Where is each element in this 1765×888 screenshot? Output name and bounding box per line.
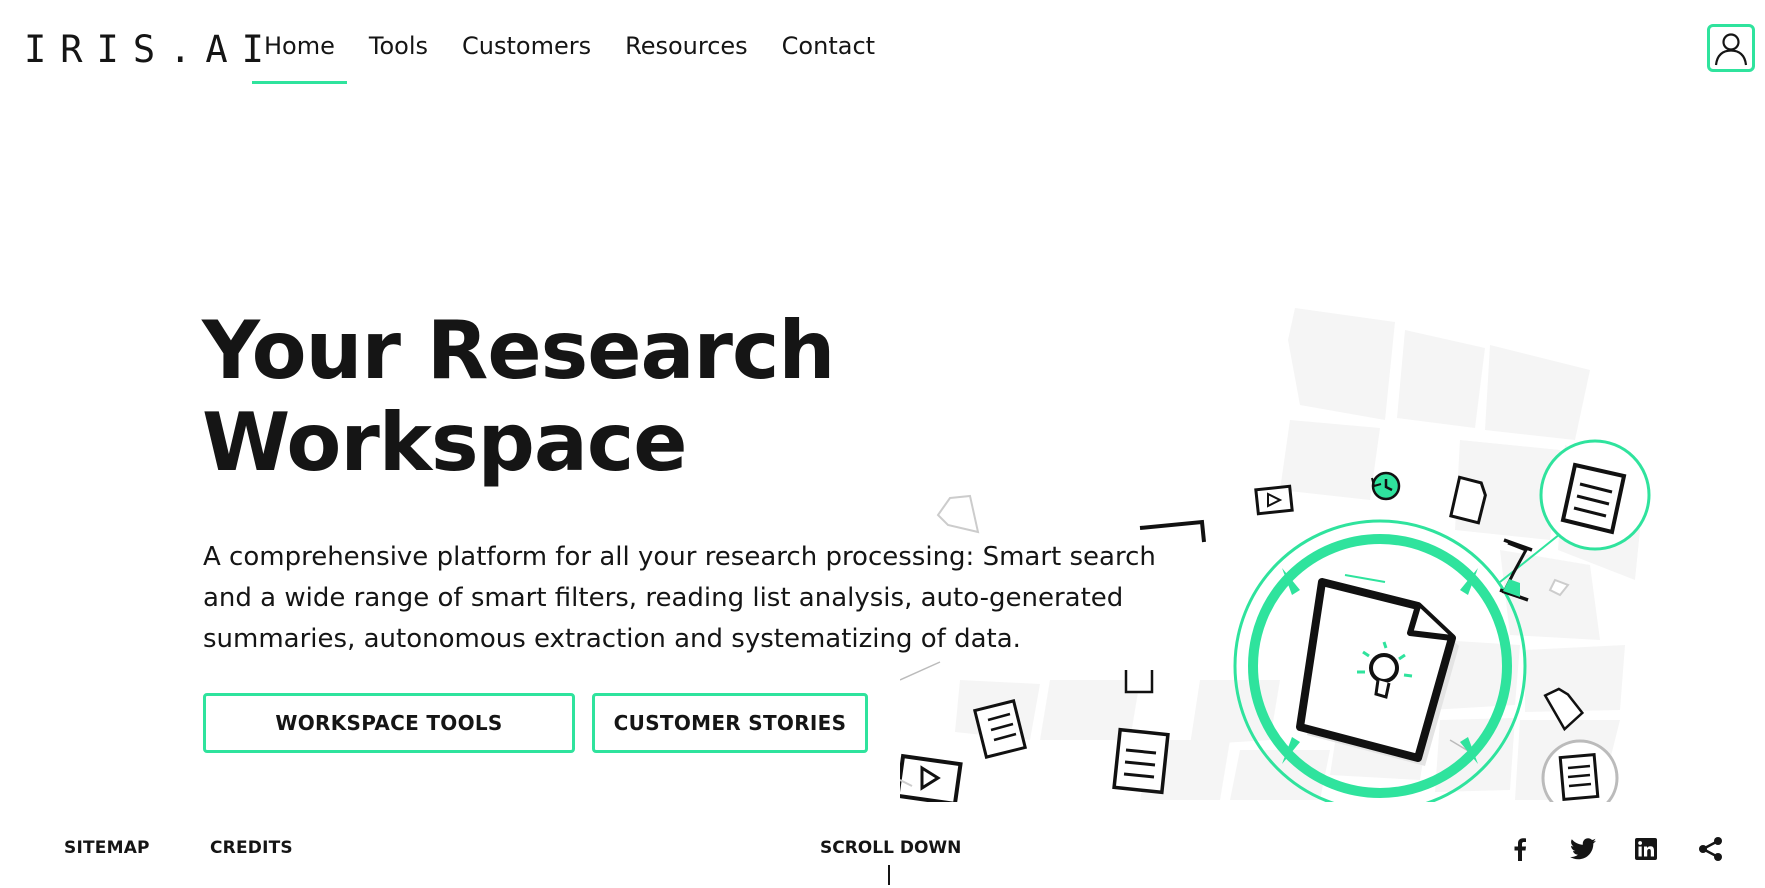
nav-contact[interactable]: Contact [770, 28, 887, 84]
page: IRIS.AI Home Tools Customers Resources C… [0, 0, 1765, 888]
facebook-link[interactable] [1506, 835, 1534, 863]
main-nav: Home Tools Customers Resources Contact [252, 28, 887, 84]
scroll-down-indicator [888, 865, 890, 885]
hero-title: Your Research Workspace [202, 305, 962, 489]
nav-tools[interactable]: Tools [357, 28, 440, 84]
hero-description-line-1: A comprehensive platform for all your re… [203, 537, 1168, 578]
sitemap-link[interactable]: SITEMAP [64, 838, 150, 858]
document-lines-icon-small [900, 686, 923, 742]
nav-resources[interactable]: Resources [613, 28, 760, 84]
share-icon [1699, 837, 1722, 861]
workspace-tools-button[interactable]: WORKSPACE TOOLS [203, 693, 575, 753]
iris-ai-logo[interactable]: IRIS.AI [24, 30, 278, 70]
nav-home[interactable]: Home [252, 28, 347, 84]
nav-customers[interactable]: Customers [450, 28, 603, 84]
user-account-button[interactable] [1707, 24, 1755, 72]
hero-description-line-3: summaries, autonomous extraction and sys… [203, 619, 1033, 660]
document-grey-circle-icon [1541, 739, 1619, 802]
facebook-icon [1514, 838, 1526, 861]
video-icon-bottom [900, 753, 963, 802]
hero-title-line-1: Your Research [202, 304, 835, 397]
video-icon-top [1254, 484, 1294, 516]
twitter-icon [1570, 838, 1596, 860]
user-icon [1714, 33, 1748, 66]
document-lightbulb-icon [1296, 578, 1459, 766]
document-lines-icon-large [1112, 727, 1170, 795]
credits-link[interactable]: CREDITS [210, 838, 293, 858]
customer-stories-button[interactable]: CUSTOMER STORIES [592, 693, 868, 753]
hero-description-line-2: and a wide range of smart filters, readi… [203, 578, 1136, 619]
hero-description: A comprehensive platform for all your re… [203, 537, 1223, 660]
history-clock-icon [1371, 471, 1401, 501]
file-icon-top [1449, 475, 1487, 525]
share-link[interactable] [1697, 835, 1725, 863]
linkedin-link[interactable] [1632, 835, 1660, 863]
document-circle-icon [1539, 439, 1651, 551]
scroll-down-label[interactable]: SCROLL DOWN [820, 838, 961, 858]
file-icon-center [1124, 670, 1154, 694]
hero-title-line-2: Workspace [202, 396, 688, 489]
linkedin-icon [1635, 838, 1657, 860]
twitter-link[interactable] [1569, 835, 1597, 863]
